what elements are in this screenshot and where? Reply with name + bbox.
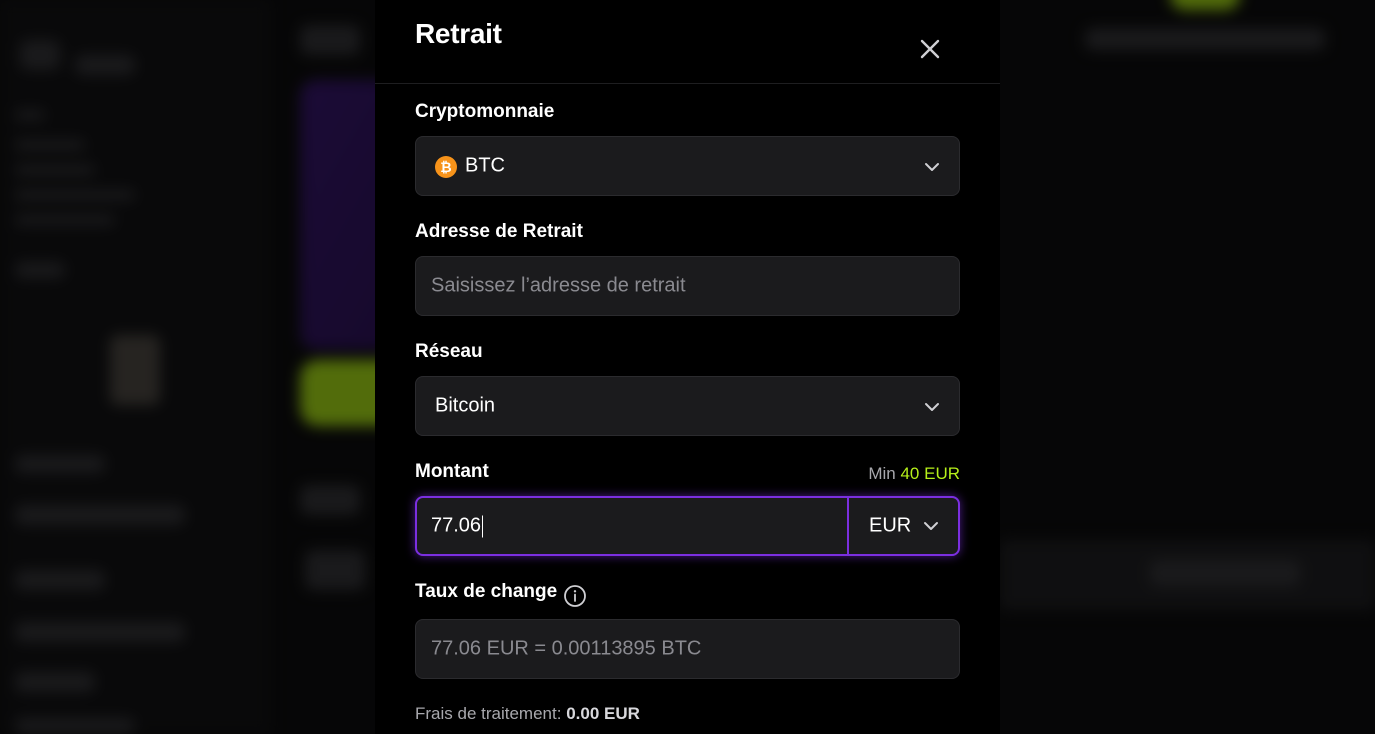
amount-input[interactable]: 77.06 (417, 498, 849, 554)
close-icon (920, 39, 940, 59)
amount-label: Montant (415, 461, 489, 482)
chevron-down-icon (925, 163, 939, 171)
amount-field-group: 77.06 EUR (415, 496, 960, 556)
amount-input-value: 77.06 (431, 514, 482, 537)
minimum-amount: Min 40 EUR (868, 464, 960, 484)
minimum-value: 40 EUR (900, 464, 960, 483)
network-select-value: Bitcoin (435, 394, 496, 417)
chevron-down-icon (924, 522, 938, 530)
bitcoin-icon: ₿ (435, 156, 457, 178)
processing-fee-value: 0.00 EUR (566, 704, 640, 723)
exchange-rate-label: Taux de change (415, 581, 558, 602)
network-label: Réseau (415, 341, 483, 362)
network-select[interactable]: Bitcoin (415, 376, 960, 436)
address-placeholder: Saisissez l’adresse de retrait (431, 274, 686, 297)
text-caret (482, 515, 484, 538)
currency-select[interactable]: EUR (851, 498, 958, 554)
crypto-select[interactable]: ₿ BTC (415, 136, 960, 196)
processing-fee: Frais de traitement: 0.00 EUR (415, 704, 640, 724)
exchange-rate-display: 77.06 EUR = 0.00113895 BTC (415, 619, 960, 679)
modal-title: Retrait (415, 18, 502, 49)
withdrawal-modal: Retrait Cryptomonnaie ₿ BTC Adresse de R… (375, 0, 1000, 734)
amount-input-value-wrap: 77.06 (431, 514, 484, 538)
info-icon[interactable] (563, 584, 587, 608)
currency-select-value: EUR (869, 514, 912, 537)
crypto-label: Cryptomonnaie (415, 101, 555, 122)
minimum-prefix: Min (868, 464, 896, 483)
modal-header: Retrait (375, 0, 1000, 84)
address-input[interactable]: Saisissez l’adresse de retrait (415, 256, 960, 316)
close-button[interactable] (915, 34, 945, 64)
chevron-down-icon (925, 403, 939, 411)
exchange-rate-value: 77.06 EUR = 0.00113895 BTC (431, 637, 702, 660)
processing-fee-label: Frais de traitement: (415, 704, 562, 723)
address-label: Adresse de Retrait (415, 221, 583, 242)
crypto-select-value: BTC (465, 154, 505, 177)
